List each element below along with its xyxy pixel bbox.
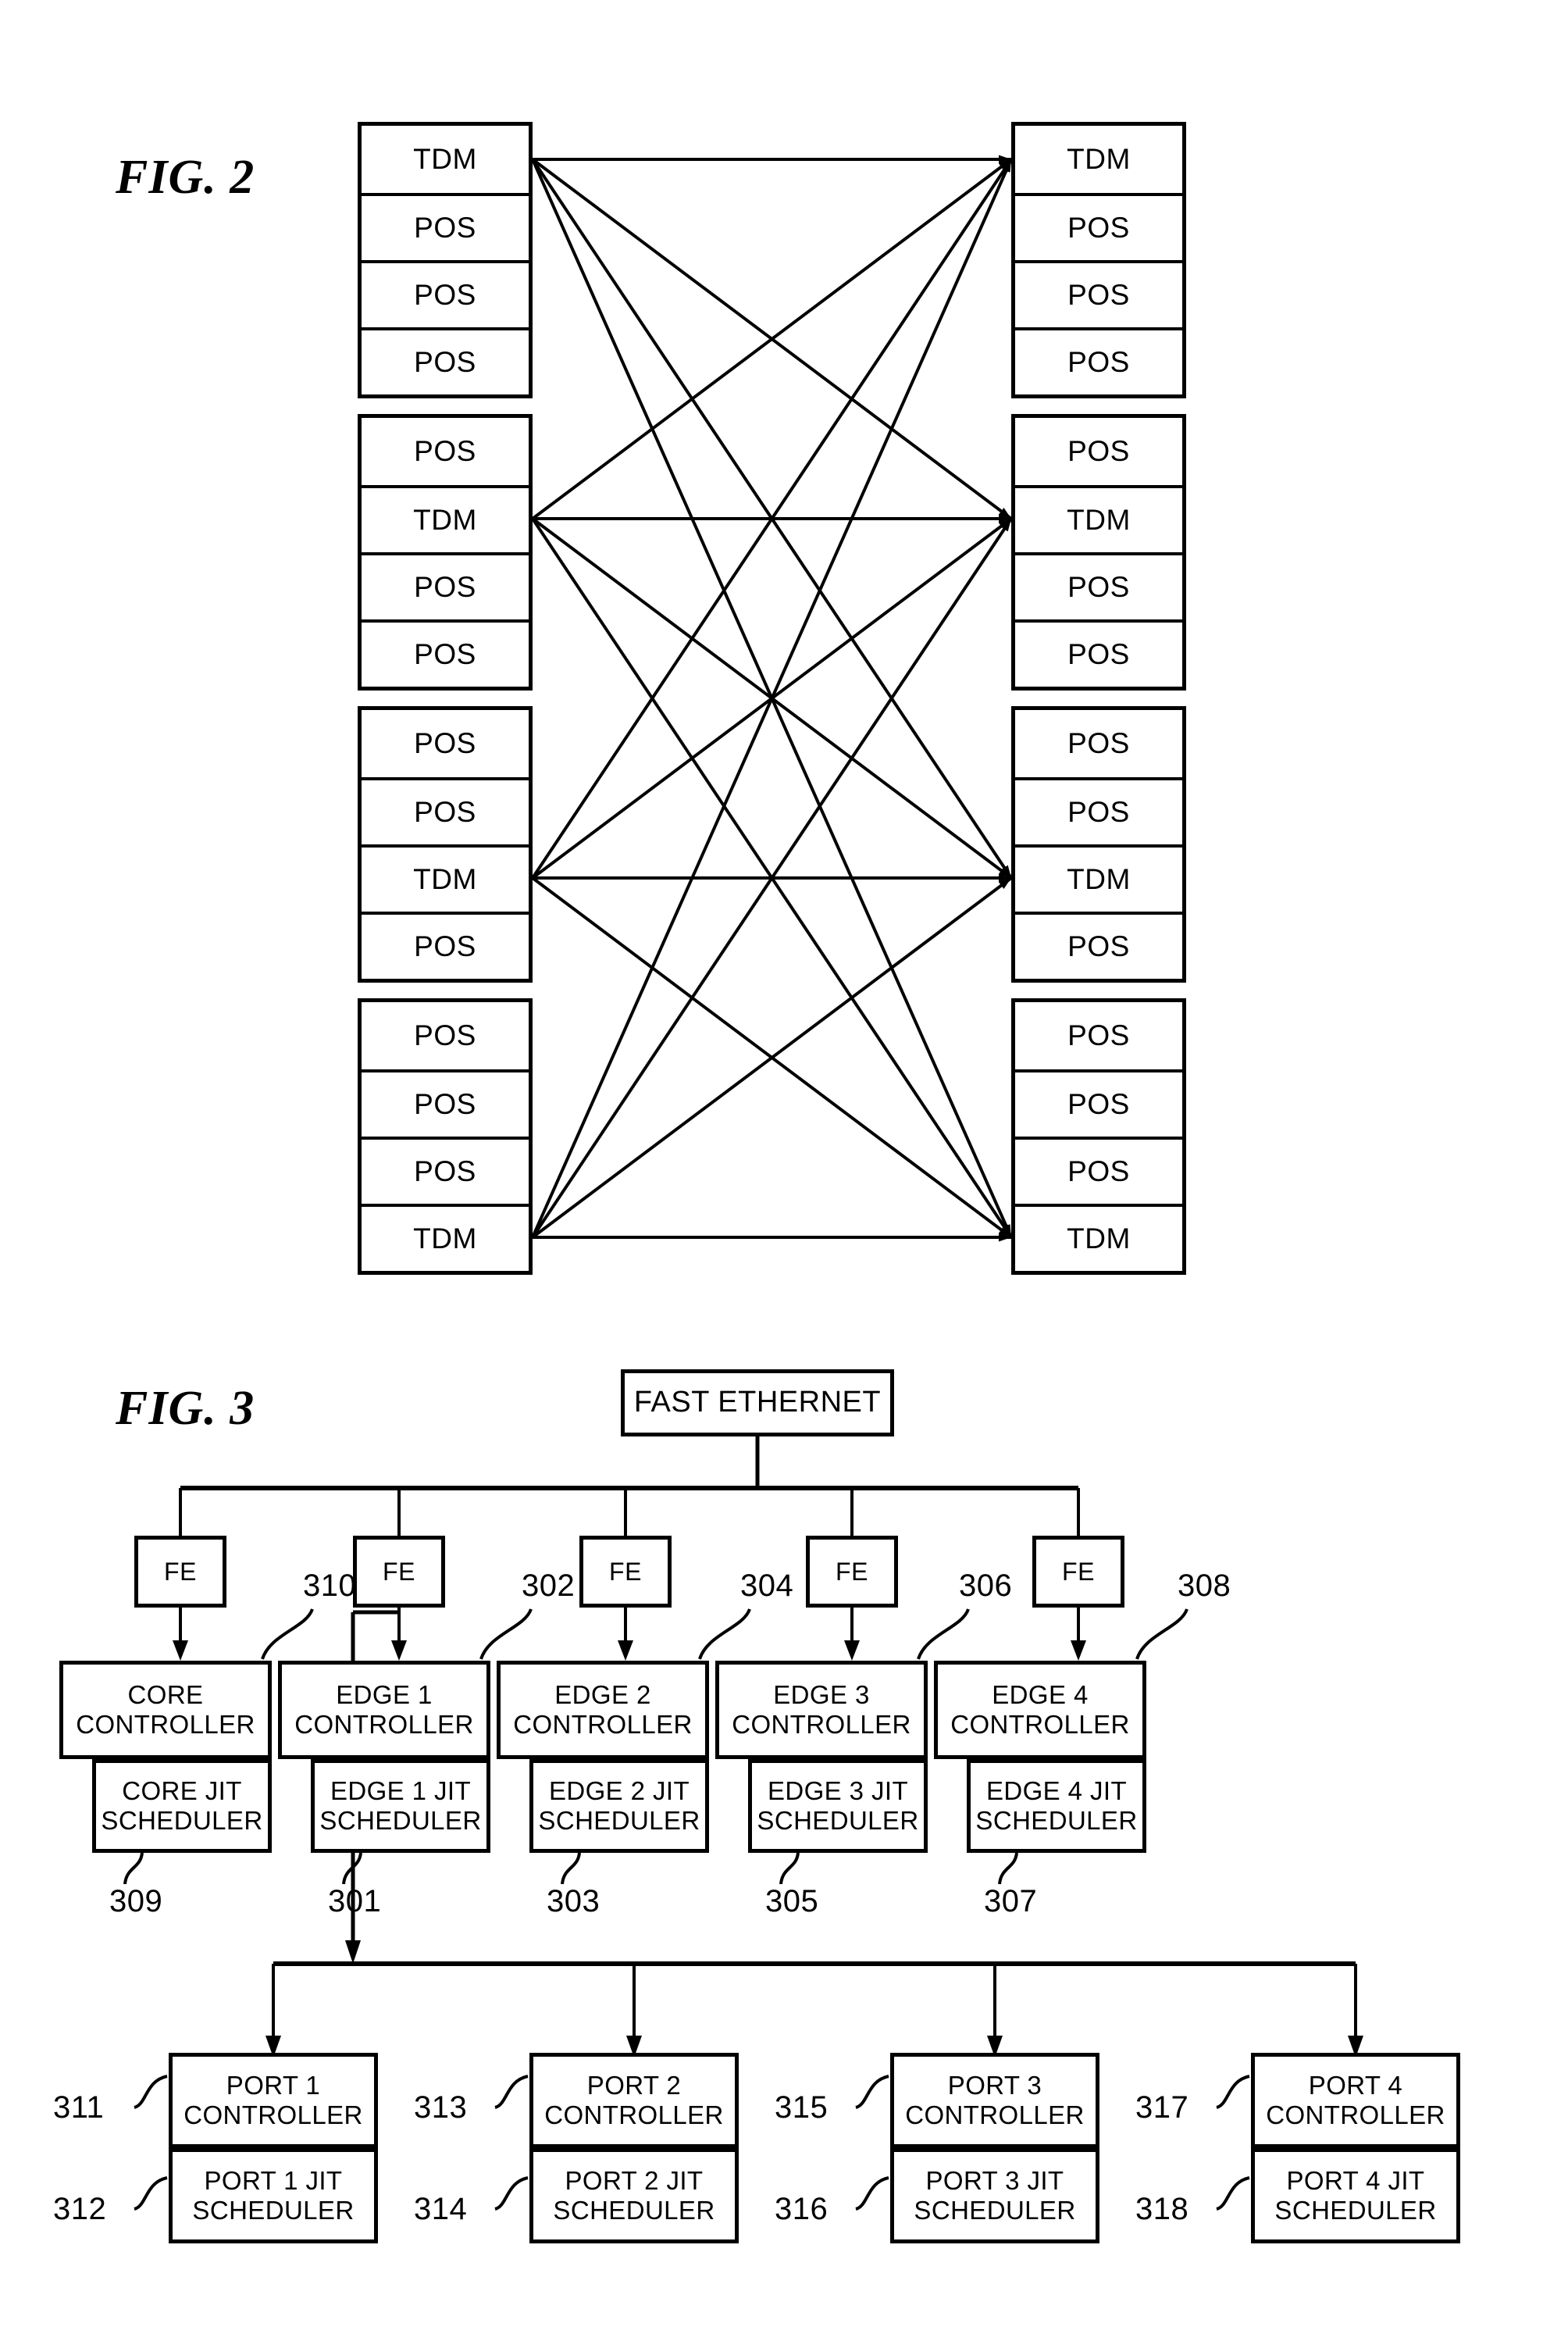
fig2-left-cell-tdm[interactable]: TDM (362, 1204, 529, 1271)
fig2-left-cell-pos[interactable]: POS (362, 777, 529, 844)
fig2-left-cell-pos[interactable]: POS (362, 1137, 529, 1204)
fig2-right-cell-pos[interactable]: POS (1015, 710, 1182, 777)
fig2-left-group: TDM POS POS POS (358, 122, 533, 398)
fig2-right-cell-pos[interactable]: POS (1015, 1002, 1182, 1069)
fig2-right-cell-pos[interactable]: POS (1015, 1137, 1182, 1204)
fig2-right-cell-pos[interactable]: POS (1015, 193, 1182, 260)
fig2-right-group: POS TDM POS POS (1011, 414, 1186, 691)
fig2-right-cell-tdm[interactable]: TDM (1015, 485, 1182, 552)
fig2-left-cell-pos[interactable]: POS (362, 710, 529, 777)
port-controller-box-1[interactable]: PORT 1 CONTROLLER (169, 2053, 378, 2148)
ref-number-313: 313 (414, 2090, 468, 2125)
fig2-left-cell-tdm[interactable]: TDM (362, 126, 529, 193)
fig2-right-cell-pos[interactable]: POS (1015, 327, 1182, 394)
figure-3-label: FIG. 3 (116, 1382, 255, 1435)
ref-number-318: 318 (1135, 2192, 1189, 2226)
fe-node-2[interactable]: FE (353, 1536, 445, 1608)
port-controller-box-2[interactable]: PORT 2 CONTROLLER (529, 2053, 739, 2148)
port-jit-scheduler-box-1[interactable]: PORT 1 JIT SCHEDULER (169, 2148, 378, 2243)
fig2-left-cell-pos[interactable]: POS (362, 1002, 529, 1069)
fig2-right-cell-pos[interactable]: POS (1015, 619, 1182, 687)
fig2-right-cell-pos[interactable]: POS (1015, 1069, 1182, 1137)
ref-number-317: 317 (1135, 2090, 1189, 2125)
ref-number-316: 316 (775, 2192, 829, 2226)
fig3-connector-lines (123, 1436, 1363, 2211)
jit-scheduler-box-1[interactable]: CORE JIT SCHEDULER (92, 1759, 272, 1853)
fig2-left-cell-pos[interactable]: POS (362, 1069, 529, 1137)
fig2-left-cell-pos[interactable]: POS (362, 552, 529, 619)
ref-number-303: 303 (547, 1884, 600, 1918)
fig2-right-cell-pos[interactable]: POS (1015, 912, 1182, 979)
fig2-right-group: POS POS TDM POS (1011, 706, 1186, 983)
ref-number-307: 307 (984, 1884, 1038, 1918)
fe-node-1[interactable]: FE (134, 1536, 226, 1608)
fig2-left-group: POS POS TDM POS (358, 706, 533, 983)
fig2-right-cell-pos[interactable]: POS (1015, 552, 1182, 619)
fig2-left-group: POS TDM POS POS (358, 414, 533, 691)
controller-box-3[interactable]: EDGE 2 CONTROLLER (497, 1661, 709, 1759)
fig2-right-cell-pos[interactable]: POS (1015, 777, 1182, 844)
port-controller-box-3[interactable]: PORT 3 CONTROLLER (890, 2053, 1099, 2148)
fig2-left-cell-tdm[interactable]: TDM (362, 485, 529, 552)
fig2-left-cell-pos[interactable]: POS (362, 193, 529, 260)
figure-2-label: FIG. 2 (116, 151, 255, 204)
port-jit-scheduler-box-4[interactable]: PORT 4 JIT SCHEDULER (1251, 2148, 1460, 2243)
ref-number-315: 315 (775, 2090, 829, 2125)
fig2-right-group: POS POS POS TDM (1011, 998, 1186, 1275)
ref-number-311: 311 (53, 2090, 105, 2125)
controller-box-1[interactable]: CORE CONTROLLER (59, 1661, 272, 1759)
fig2-right-group: TDM POS POS POS (1011, 122, 1186, 398)
jit-scheduler-box-2[interactable]: EDGE 1 JIT SCHEDULER (311, 1759, 490, 1853)
ref-number-310: 310 (303, 1568, 357, 1603)
fig2-right-cell-tdm[interactable]: TDM (1015, 126, 1182, 193)
jit-scheduler-box-5[interactable]: EDGE 4 JIT SCHEDULER (967, 1759, 1146, 1853)
patent-drawing-sheet: FIG. 2 TDM POS POS POS POS TDM POS POS POS POS TDM… (0, 0, 1568, 2334)
ref-number-314: 314 (414, 2192, 468, 2226)
jit-scheduler-box-3[interactable]: EDGE 2 JIT SCHEDULER (529, 1759, 709, 1853)
fig2-left-cell-pos[interactable]: POS (362, 260, 529, 327)
ref-number-306: 306 (959, 1568, 1013, 1603)
controller-box-5[interactable]: EDGE 4 CONTROLLER (934, 1661, 1146, 1759)
fe-node-5[interactable]: FE (1032, 1536, 1124, 1608)
fast-ethernet-node[interactable]: FAST ETHERNET (621, 1369, 894, 1436)
port-jit-scheduler-box-2[interactable]: PORT 2 JIT SCHEDULER (529, 2148, 739, 2243)
fig2-right-cell-pos[interactable]: POS (1015, 260, 1182, 327)
fig2-left-cell-tdm[interactable]: TDM (362, 844, 529, 912)
fig2-right-cell-tdm[interactable]: TDM (1015, 844, 1182, 912)
fig2-right-cell-pos[interactable]: POS (1015, 418, 1182, 485)
ref-number-308: 308 (1178, 1568, 1231, 1603)
fig2-left-cell-pos[interactable]: POS (362, 619, 529, 687)
fig2-crossbar-lines (531, 155, 1013, 1242)
ref-number-301: 301 (328, 1884, 382, 1918)
fig2-right-cell-tdm[interactable]: TDM (1015, 1204, 1182, 1271)
fe-node-4[interactable]: FE (806, 1536, 898, 1608)
ref-number-309: 309 (109, 1884, 163, 1918)
fig2-left-cell-pos[interactable]: POS (362, 418, 529, 485)
fig2-left-cell-pos[interactable]: POS (362, 327, 529, 394)
port-jit-scheduler-box-3[interactable]: PORT 3 JIT SCHEDULER (890, 2148, 1099, 2243)
jit-scheduler-box-4[interactable]: EDGE 3 JIT SCHEDULER (748, 1759, 928, 1853)
ref-number-305: 305 (765, 1884, 819, 1918)
ref-number-312: 312 (53, 2192, 107, 2226)
controller-box-4[interactable]: EDGE 3 CONTROLLER (715, 1661, 928, 1759)
port-controller-box-4[interactable]: PORT 4 CONTROLLER (1251, 2053, 1460, 2148)
fe-node-3[interactable]: FE (579, 1536, 672, 1608)
fig2-left-cell-pos[interactable]: POS (362, 912, 529, 979)
fig2-left-group: POS POS POS TDM (358, 998, 533, 1275)
controller-box-2[interactable]: EDGE 1 CONTROLLER (278, 1661, 490, 1759)
ref-number-302: 302 (522, 1568, 576, 1603)
ref-number-304: 304 (740, 1568, 794, 1603)
